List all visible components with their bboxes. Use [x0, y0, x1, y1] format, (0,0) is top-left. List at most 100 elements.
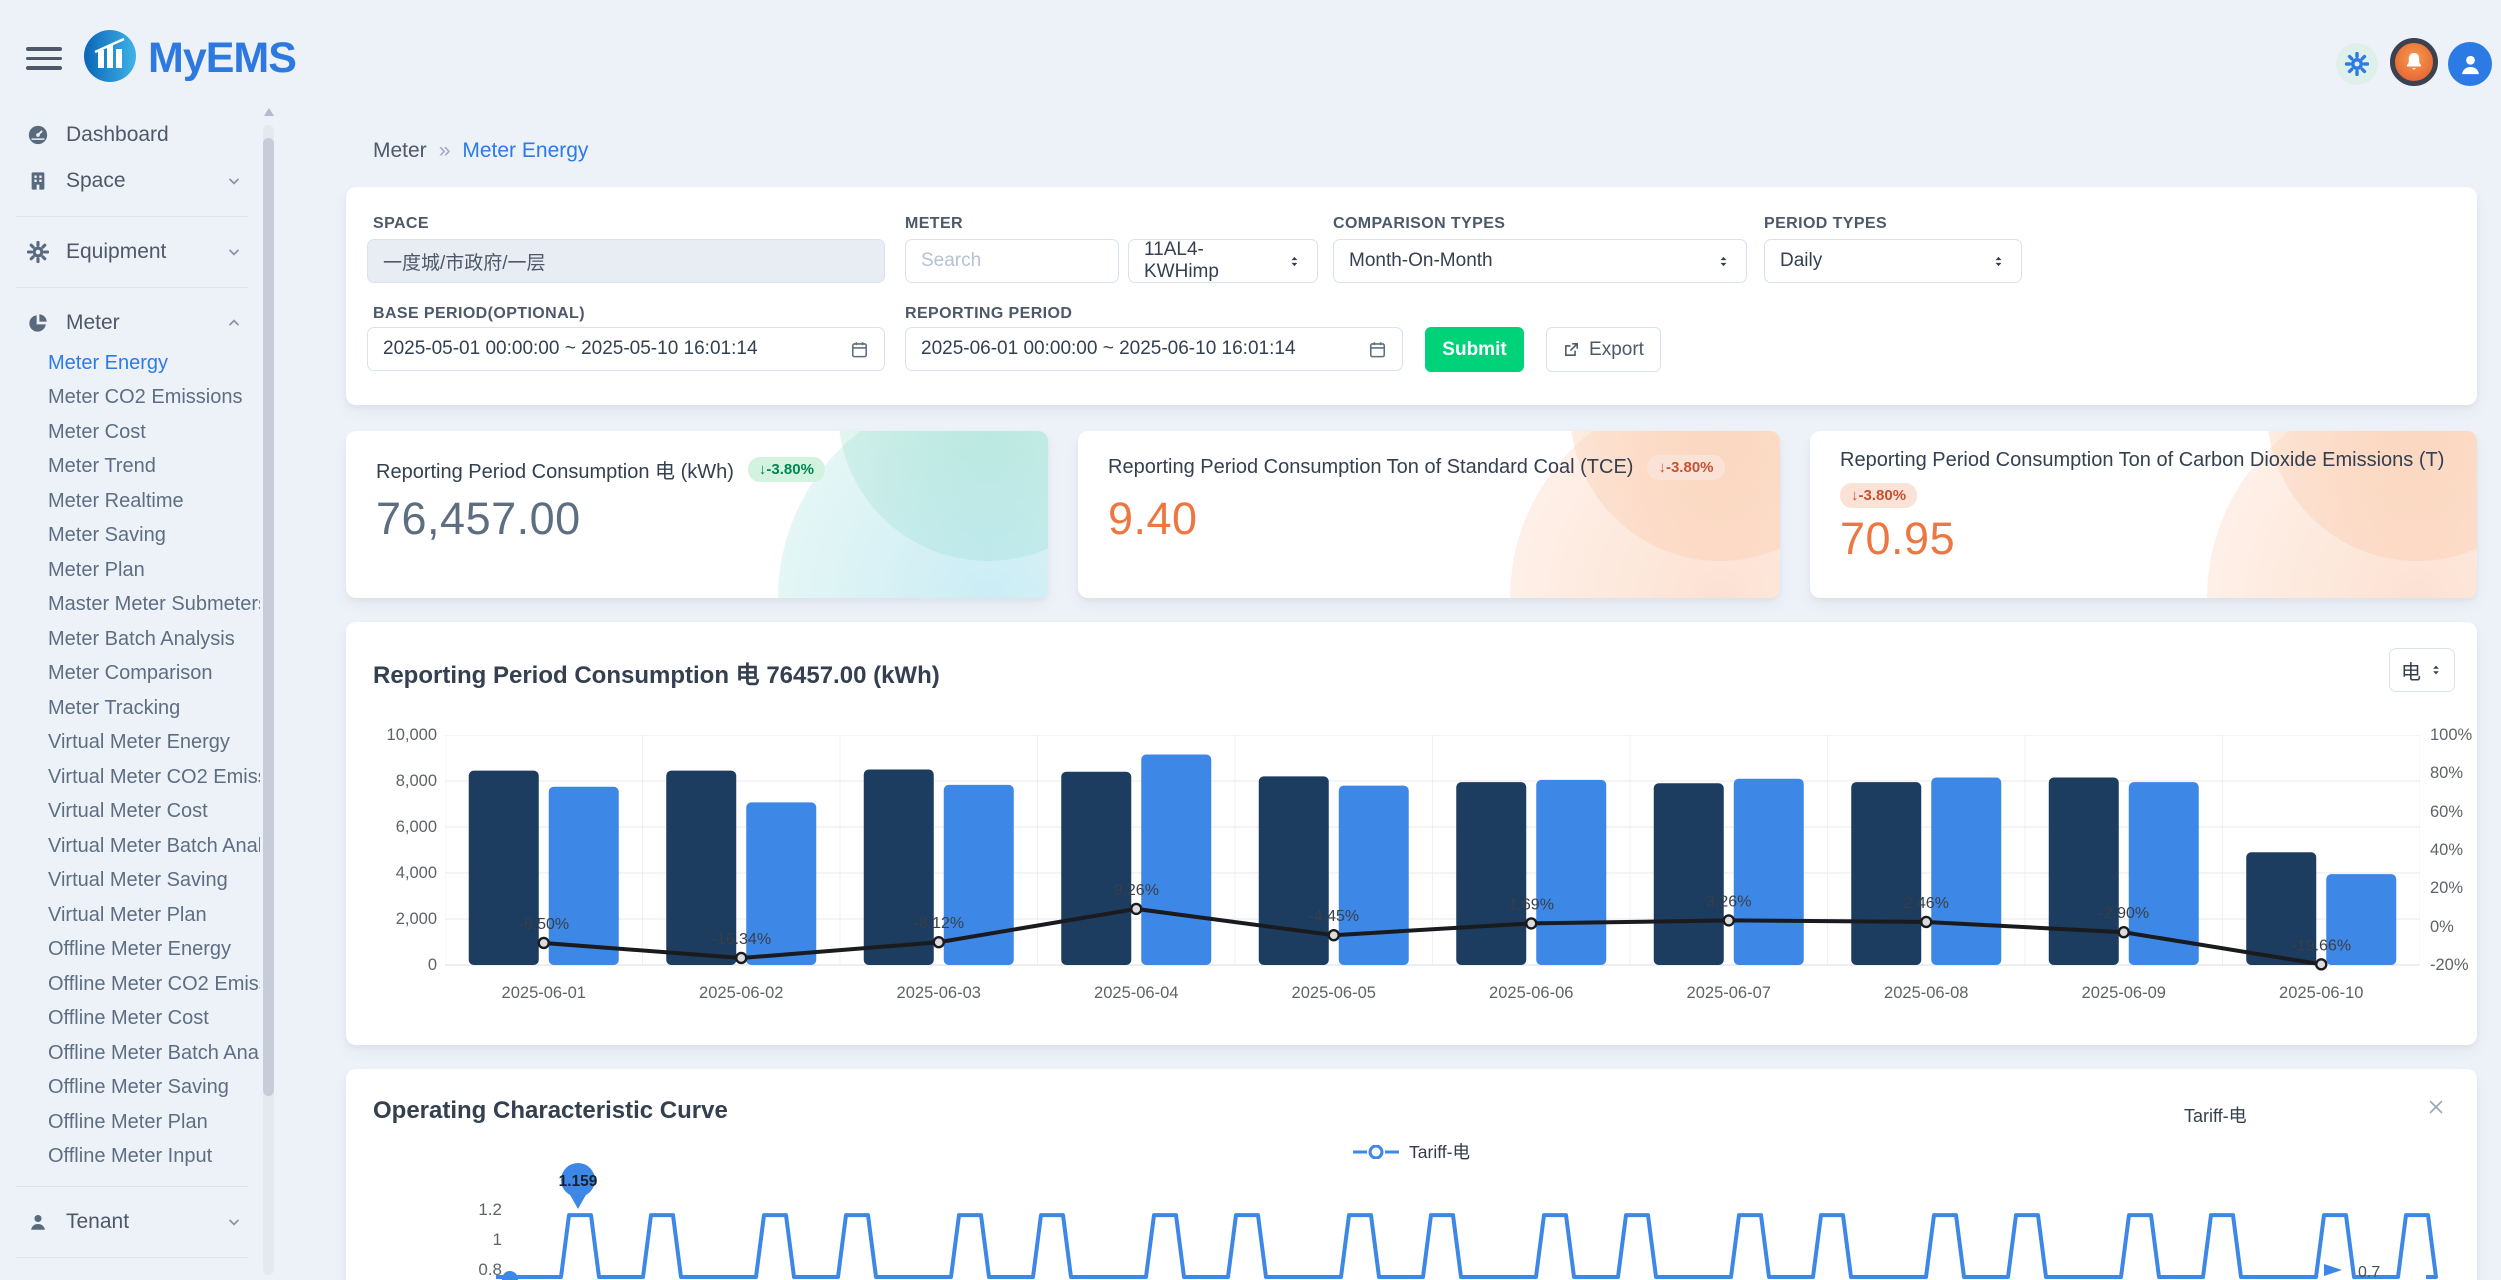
base-period-consumption-bar[interactable] — [1061, 772, 1131, 965]
sidebar-item-virtual-meter-saving[interactable]: Virtual Meter Saving — [0, 864, 264, 899]
reporting-period-consumption-bar[interactable] — [1339, 786, 1409, 965]
base-period-consumption-bar[interactable] — [1654, 783, 1724, 965]
sidebar-item-virtual-meter-batch-analysis[interactable]: Virtual Meter Batch Analysis — [0, 829, 264, 864]
x-axis-date-labels: 2025-06-012025-06-022025-06-032025-06-04… — [445, 984, 2420, 1003]
meter-select[interactable]: 11AL4-KWHimp — [1128, 239, 1318, 283]
change-rate-label: 3.26% — [1706, 893, 1751, 910]
legend-tariff[interactable]: Tariff-电 — [346, 1139, 2477, 1164]
change-rate-point[interactable] — [1921, 917, 1931, 927]
menu-toggle-hamburger-icon[interactable] — [26, 47, 62, 76]
sidebar-item-tenant[interactable]: Tenant — [0, 1199, 264, 1245]
sidebar-item-offline-meter-batch-analysis[interactable]: Offline Meter Batch Analysis — [0, 1036, 264, 1071]
left-axis-tick: 8,000 — [349, 772, 437, 791]
change-rate-point[interactable] — [2119, 927, 2129, 937]
comparison-type-select[interactable]: Month-On-Month — [1333, 239, 1747, 283]
base-period-consumption-bar[interactable] — [864, 770, 934, 966]
meter-icon — [26, 312, 50, 334]
curve-title: Operating Characteristic Curve — [373, 1097, 728, 1125]
sidebar-item-meter-batch-analysis[interactable]: Meter Batch Analysis — [0, 622, 264, 657]
sidebar-item-virtual-meter-energy[interactable]: Virtual Meter Energy — [0, 726, 264, 761]
sidebar-item-offline-meter-saving[interactable]: Offline Meter Saving — [0, 1071, 264, 1106]
sidebar-subitem-label: Virtual Meter Plan — [48, 904, 260, 927]
sidebar-item-offline-meter-plan[interactable]: Offline Meter Plan — [0, 1105, 264, 1140]
sidebar-item-offline-meter-cost[interactable]: Offline Meter Cost — [0, 1002, 264, 1037]
energy-unit-select[interactable]: 电 — [2389, 648, 2455, 692]
space-input[interactable]: 一度城/市政府/一层 — [367, 239, 885, 283]
meter-search-input[interactable] — [921, 250, 1103, 272]
sidebar-item-meter[interactable]: Meter — [0, 300, 264, 346]
comparison-selected-value: Month-On-Month — [1349, 250, 1493, 272]
reporting-period-consumption-bar[interactable] — [1536, 780, 1606, 965]
sidebar-item-offline-meter-co2-emissions[interactable]: Offline Meter CO2 Emissions — [0, 967, 264, 1002]
sidebar-item-meter-realtime[interactable]: Meter Realtime — [0, 484, 264, 519]
base-period-consumption-bar[interactable] — [2049, 778, 2119, 965]
sidebar-subitem-label: Meter Plan — [48, 559, 260, 582]
reporting-period-consumption-bar[interactable] — [549, 787, 619, 965]
close-icon[interactable] — [2424, 1095, 2448, 1119]
sidebar-subitem-label: Virtual Meter Saving — [48, 869, 260, 892]
chart-title: Reporting Period Consumption 电 76457.00 … — [373, 655, 940, 690]
sidebar-scroll-up-icon[interactable] — [264, 108, 274, 116]
export-button[interactable]: Export — [1546, 327, 1661, 372]
tariff-start-point[interactable] — [502, 1271, 518, 1280]
left-axis-tick: 4,000 — [349, 864, 437, 883]
base-period-consumption-bar[interactable] — [1456, 782, 1526, 965]
consumption-bar-chart[interactable]: -8.50%-16.34%-8.12%9.26%-4.45%1.69%3.26%… — [445, 735, 2420, 976]
brand-logo[interactable]: MyEMS — [84, 30, 296, 87]
equipment-icon — [26, 241, 50, 263]
change-rate-point[interactable] — [2316, 959, 2326, 969]
sidebar-item-meter-saving[interactable]: Meter Saving — [0, 519, 264, 554]
pin-value-label: 1.159 — [550, 1173, 606, 1191]
change-rate-point[interactable] — [1526, 918, 1536, 928]
sidebar-item-master-meter-submeters-balance[interactable]: Master Meter Submeters Balance — [0, 588, 264, 623]
sidebar-item-offline-meter-energy[interactable]: Offline Meter Energy — [0, 933, 264, 968]
sidebar-item-meter-comparison[interactable]: Meter Comparison — [0, 657, 264, 692]
meter-selected-value: 11AL4-KWHimp — [1144, 239, 1277, 283]
settings-gear-icon[interactable] — [2336, 43, 2378, 85]
sidebar-item-offline-meter-input[interactable]: Offline Meter Input — [0, 1140, 264, 1175]
legend-marker-icon — [1353, 1145, 1399, 1159]
sidebar-item-equipment[interactable]: Equipment — [0, 229, 264, 275]
sidebar-item-dashboard[interactable]: Dashboard — [0, 112, 264, 158]
change-rate-point[interactable] — [736, 953, 746, 963]
sidebar-item-virtual-meter-plan[interactable]: Virtual Meter Plan — [0, 898, 264, 933]
notifications-bell-icon[interactable] — [2390, 38, 2438, 86]
sidebar-item-meter-plan[interactable]: Meter Plan — [0, 553, 264, 588]
breadcrumb-current[interactable]: Meter Energy — [462, 139, 588, 163]
base-period-consumption-bar[interactable] — [1851, 782, 1921, 965]
submit-button[interactable]: Submit — [1425, 327, 1524, 372]
sidebar-item-meter-tracking[interactable]: Meter Tracking — [0, 691, 264, 726]
right-axis-tick: 40% — [2430, 841, 2463, 860]
change-rate-point[interactable] — [1131, 904, 1141, 914]
sidebar-subitem-label: Meter Saving — [48, 524, 260, 547]
period-type-select[interactable]: Daily — [1764, 239, 2022, 283]
sidebar-item-meter-co2-emissions[interactable]: Meter CO2 Emissions — [0, 381, 264, 416]
sidebar-divider — [0, 275, 264, 300]
sidebar-scrollbar-thumb[interactable] — [263, 138, 274, 1096]
date-tick: 2025-06-06 — [1433, 984, 1631, 1003]
reporting-period-input[interactable]: 2025-06-01 00:00:00 ~ 2025-06-10 16:01:1… — [905, 327, 1403, 371]
sidebar-item-meter-energy[interactable]: Meter Energy — [0, 346, 264, 381]
sidebar-item-meter-cost[interactable]: Meter Cost — [0, 415, 264, 450]
sidebar-item-space[interactable]: Space — [0, 158, 264, 204]
summary-card-standard-coal: Reporting Period Consumption Ton of Stan… — [1078, 431, 1780, 598]
reporting-period-consumption-bar[interactable] — [1141, 755, 1211, 965]
sidebar-item-meter-trend[interactable]: Meter Trend — [0, 450, 264, 485]
base-period-consumption-bar[interactable] — [1259, 776, 1329, 965]
tariff-curve-chart[interactable]: 0.7 — [466, 1201, 2477, 1280]
tenant-icon — [26, 1211, 50, 1233]
account-user-icon[interactable] — [2448, 42, 2492, 86]
sidebar-item-virtual-meter-cost[interactable]: Virtual Meter Cost — [0, 795, 264, 830]
sidebar-item-virtual-meter-co2-emissions[interactable]: Virtual Meter CO2 Emissions — [0, 760, 264, 795]
change-rate-point[interactable] — [539, 938, 549, 948]
change-rate-point[interactable] — [1329, 930, 1339, 940]
change-rate-label: 9.26% — [1114, 882, 1159, 899]
base-period-input[interactable]: 2025-05-01 00:00:00 ~ 2025-05-10 16:01:1… — [367, 327, 885, 371]
reporting-period-consumption-bar[interactable] — [1734, 779, 1804, 965]
change-rate-point[interactable] — [1724, 915, 1734, 925]
date-tick: 2025-06-09 — [2025, 984, 2223, 1003]
reporting-period-consumption-bar[interactable] — [1931, 778, 2001, 965]
change-rate-point[interactable] — [934, 937, 944, 947]
sidebar-divider — [0, 1245, 264, 1270]
base-period-consumption-bar[interactable] — [469, 771, 539, 965]
